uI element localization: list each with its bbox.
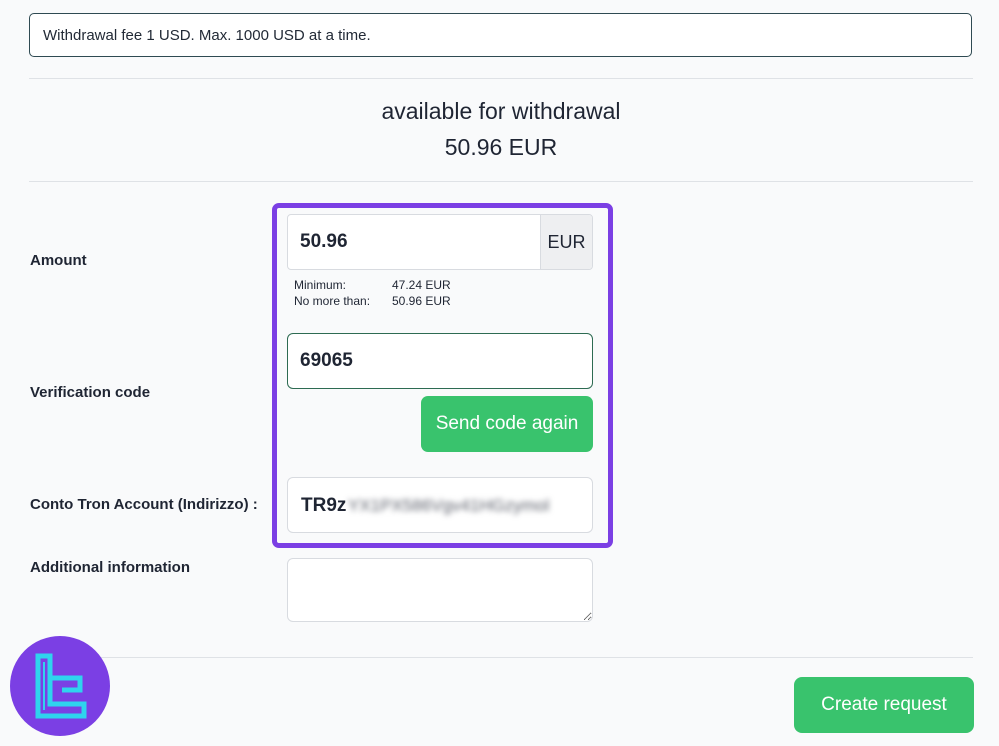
withdrawal-fee-notice: Withdrawal fee 1 USD. Max. 1000 USD at a…: [29, 13, 972, 57]
divider-middle: [29, 181, 973, 182]
divider-bottom: [29, 657, 973, 658]
amount-label: Amount: [30, 252, 87, 269]
additional-information-label: Additional information: [30, 559, 190, 576]
highlight-frame: [272, 203, 613, 548]
additional-information-textarea[interactable]: [287, 558, 593, 622]
tf-logo-glyph-icon: [35, 653, 87, 719]
create-request-button[interactable]: Create request: [794, 677, 974, 733]
verification-code-label: Verification code: [30, 384, 151, 401]
available-balance-value: 50.96 EUR: [444, 134, 558, 160]
available-for-withdrawal-label: available for withdrawal: [381, 98, 621, 124]
tron-account-label: Conto Tron Account (Indirizzo) :: [30, 496, 258, 513]
divider-top: [29, 78, 973, 79]
tradingfinder-logo-icon: [10, 636, 110, 736]
